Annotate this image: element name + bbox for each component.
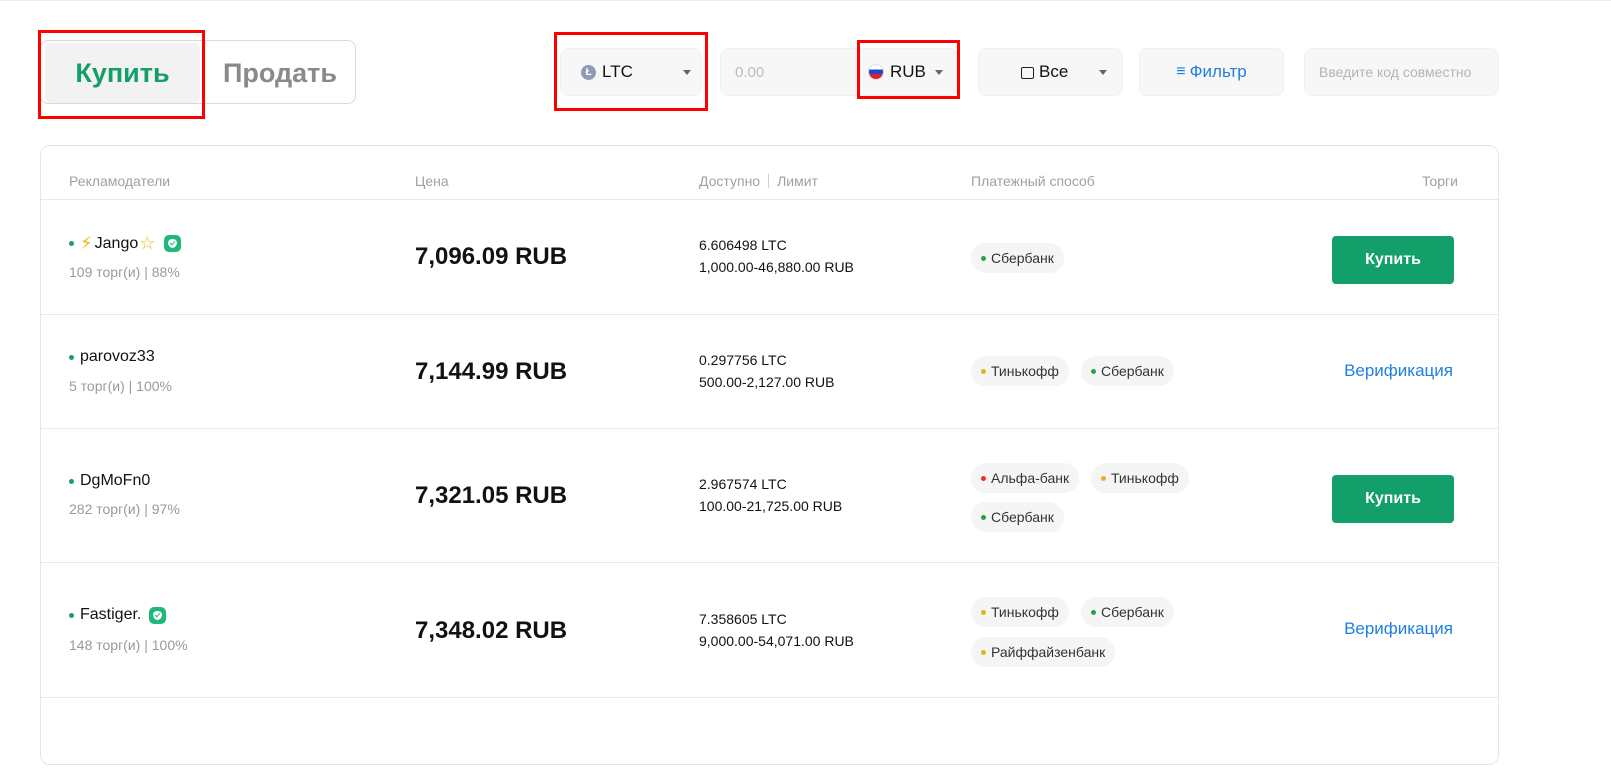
column-header-limit: Лимит [777, 173, 818, 189]
payment-tag-tinkoff: Тинькофф [971, 356, 1069, 386]
star-icon: ☆ [139, 233, 156, 253]
advertiser-stats: 5 торг(и) | 100% [69, 378, 172, 394]
top-divider [0, 0, 1611, 1]
offer-price: 7,096.09 RUB [415, 243, 568, 270]
verified-shield-icon [164, 235, 182, 252]
buy-tab[interactable]: Купить [45, 43, 200, 103]
offer-available-limit: 0.297756 LTC 500.00-2,127.00 RUB [699, 349, 834, 393]
lightning-icon: ⚡ [80, 233, 93, 253]
buy-offer-button[interactable]: Купить [1332, 475, 1454, 523]
offer-available-limit: 7.358605 LTC 9,000.00-54,071.00 RUB [699, 608, 854, 652]
chevron-down-icon [683, 70, 691, 75]
payment-method-select[interactable]: Все [978, 48, 1123, 96]
advertiser-name[interactable]: ⚡ Jango ☆ [69, 233, 182, 254]
verification-link[interactable]: Верификация [1344, 619, 1453, 639]
filter-button-label: Фильтр [1189, 62, 1247, 81]
advertiser-name[interactable]: Fastiger. [69, 606, 167, 624]
currency-select[interactable]: RUB [860, 48, 958, 96]
wallet-icon [1021, 67, 1034, 79]
offer-price: 7,348.02 RUB [415, 617, 568, 644]
advertiser-stats: 109 торг(и) | 88% [69, 264, 180, 280]
offer-price: 7,321.05 RUB [415, 482, 568, 509]
offer-price: 7,144.99 RUB [415, 358, 568, 385]
offer-available-limit: 6.606498 LTC 1,000.00-46,880.00 RUB [699, 234, 854, 278]
offer-limit: 9,000.00-54,071.00 RUB [699, 633, 854, 649]
advertiser-stats: 148 торг(и) | 100% [69, 637, 188, 653]
payment-tag-alfa-bank: Альфа-банк [971, 463, 1080, 493]
column-header-price: Цена [415, 173, 449, 189]
russia-flag-icon [868, 64, 884, 80]
column-header-payment: Платежный способ [971, 173, 1095, 189]
verified-shield-icon [149, 606, 167, 624]
trade-side-toggle: Купить Продать [40, 40, 356, 104]
online-status-dot [69, 612, 74, 618]
amount-input[interactable] [720, 48, 860, 96]
ltc-coin-icon: Ł [581, 64, 596, 80]
table-row: DgMoFn0 282 торг(и) | 97% 7,321.05 RUB 2… [41, 428, 1498, 563]
offer-available: 0.297756 LTC [699, 352, 787, 368]
currency-select-value: RUB [890, 62, 926, 81]
sell-tab[interactable]: Продать [205, 43, 355, 103]
online-status-dot [69, 478, 74, 484]
offer-limit: 100.00-21,725.00 RUB [699, 498, 843, 514]
offer-available: 7.358605 LTC [699, 611, 787, 627]
verification-link[interactable]: Верификация [1344, 361, 1453, 381]
payment-tag-tinkoff: Тинькофф [971, 597, 1069, 627]
offer-limit: 1,000.00-46,880.00 RUB [699, 259, 854, 275]
chevron-down-icon [935, 70, 943, 75]
column-header-available: Доступно [699, 173, 761, 189]
column-header-available-limit: Доступно Лимит [699, 173, 818, 189]
advertiser-name[interactable]: DgMoFn0 [69, 472, 150, 490]
promo-code-input[interactable] [1304, 48, 1499, 96]
advertiser-stats: 282 торг(и) | 97% [69, 501, 180, 517]
payment-method-value: Все [1039, 62, 1069, 81]
payment-tag-tinkoff: Тинькофф [1091, 463, 1189, 493]
offer-available: 6.606498 LTC [699, 237, 787, 253]
payment-tag-sberbank: Сбербанк [1081, 356, 1174, 386]
offer-available-limit: 2.967574 LTC 100.00-21,725.00 RUB [699, 473, 842, 517]
offers-table: Рекламодатели Цена Доступно Лимит Платежн… [40, 145, 1499, 765]
filter-icon: ≡ [1176, 63, 1186, 80]
filter-button[interactable]: ≡ Фильтр [1139, 48, 1284, 96]
offer-available: 2.967574 LTC [699, 476, 787, 492]
column-header-advertisers: Рекламодатели [69, 173, 171, 189]
online-status-dot [69, 354, 74, 360]
payment-tag-sberbank: Сбербанк [971, 502, 1064, 532]
offer-limit: 500.00-2,127.00 RUB [699, 374, 835, 390]
payment-tag-raiffeisen: Райффайзенбанк [971, 637, 1116, 667]
online-status-dot [69, 241, 74, 246]
column-header-trades: Торги [1422, 173, 1458, 189]
coin-select-value: LTC [602, 62, 633, 81]
table-row: parovoz33 5 торг(и) | 100% 7,144.99 RUB … [41, 314, 1498, 429]
table-row: ⚡ Jango ☆ 109 торг(и) | 88% 7,096.09 RUB… [41, 199, 1498, 315]
table-row: Fastiger. 148 торг(и) | 100% 7,348.02 RU… [41, 562, 1498, 698]
payment-tag-sberbank: Сбербанк [1081, 597, 1174, 627]
advertiser-name[interactable]: parovoz33 [69, 348, 155, 366]
coin-select[interactable]: Ł LTC [560, 48, 702, 96]
header-separator [768, 174, 770, 188]
table-row [41, 697, 1498, 768]
chevron-down-icon [1099, 70, 1107, 75]
payment-tag-sberbank: Сбербанк [971, 243, 1064, 273]
buy-offer-button[interactable]: Купить [1332, 236, 1454, 284]
